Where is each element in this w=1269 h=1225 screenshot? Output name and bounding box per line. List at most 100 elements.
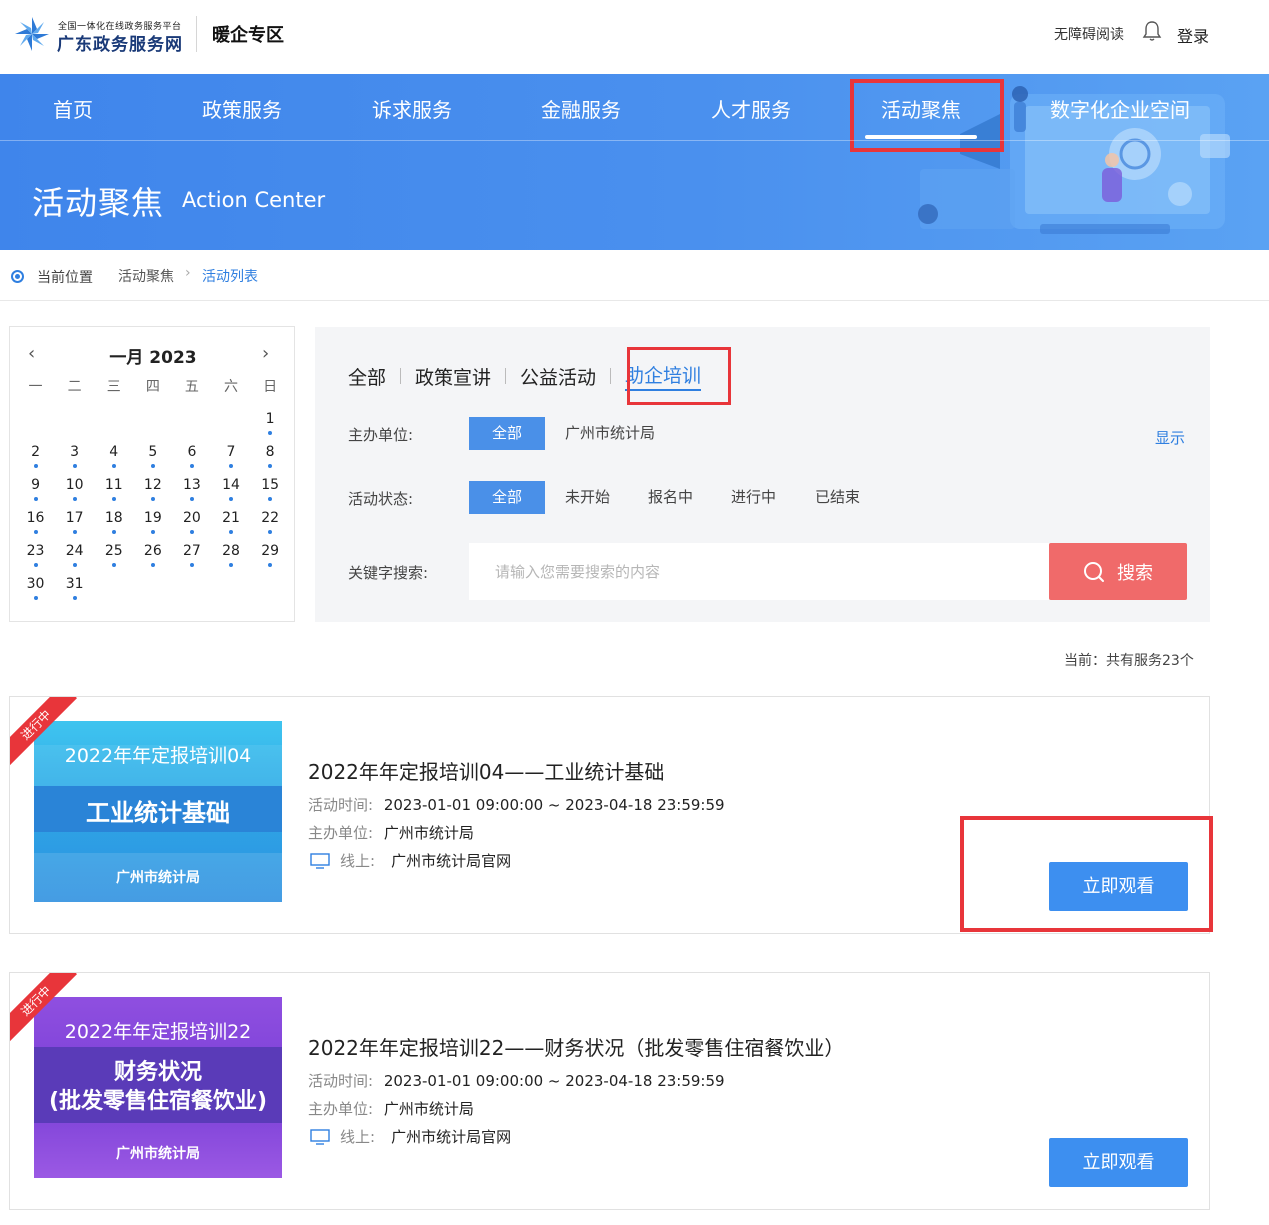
watch-now-button[interactable]: 立即观看 <box>1049 1138 1188 1187</box>
tab-all[interactable]: 全部 <box>348 363 386 390</box>
tab-public-welfare[interactable]: 公益活动 <box>520 363 596 390</box>
accessibility-link[interactable]: 无障碍阅读 <box>1054 24 1124 44</box>
calendar-empty-cell <box>211 409 250 442</box>
calendar-day[interactable]: 2 <box>16 442 55 475</box>
calendar-day-number: 5 <box>148 444 158 460</box>
calendar-day[interactable]: 10 <box>55 475 94 508</box>
search-button-label: 搜索 <box>1117 562 1153 584</box>
calendar-day-number: 17 <box>65 510 84 526</box>
calendar-day[interactable]: 16 <box>16 508 55 541</box>
calendar-day-number: 4 <box>109 444 119 460</box>
tab-policy-talks[interactable]: 政策宣讲 <box>415 363 491 390</box>
activity-online: 线上: 广州市统计局官网 <box>310 1126 511 1147</box>
nav-home[interactable]: 首页 <box>53 94 93 123</box>
thumbnail-org: 广州市统计局 <box>116 1146 200 1162</box>
thumbnail-heading: 2022年年定报培训04 <box>64 745 252 767</box>
calendar-day[interactable]: 7 <box>211 442 250 475</box>
calendar-weekday: 五 <box>184 379 199 395</box>
nav-talent[interactable]: 人才服务 <box>711 94 791 123</box>
status-chip-registering[interactable]: 报名中 <box>648 481 693 514</box>
event-dot <box>189 464 194 468</box>
calendar-day[interactable]: 20 <box>172 508 211 541</box>
calendar-day[interactable]: 1 <box>251 409 290 442</box>
activity-online-value: 广州市统计局官网 <box>391 1128 512 1146</box>
calendar-day[interactable]: 18 <box>94 508 133 541</box>
calendar-day[interactable]: 15 <box>251 475 290 508</box>
chevron-right-icon[interactable]: › <box>262 343 269 364</box>
calendar-week-row: 9 10 11 12 13 14 15 <box>16 475 290 508</box>
calendar-weekday: 三 <box>106 379 121 395</box>
nav-finance[interactable]: 金融服务 <box>541 94 621 123</box>
calendar-day[interactable]: 29 <box>251 541 290 574</box>
logo-title[interactable]: 广东政务服务网 <box>57 30 183 55</box>
calendar-day-number: 8 <box>265 444 275 460</box>
calendar-empty-cell <box>55 409 94 442</box>
activity-title[interactable]: 2022年年定报培训22——财务状况（批发零售住宿餐饮业） <box>308 1032 844 1061</box>
activity-thumbnail[interactable]: 2022年年定报培训04 工业统计基础 广州市统计局 <box>34 721 282 902</box>
search-button[interactable]: 搜索 <box>1049 543 1187 600</box>
activity-host-value: 广州市统计局 <box>383 824 474 842</box>
top-header: 全国一体化在线政务服务平台 广东政务服务网 暖企专区 无障碍阅读 登录 <box>0 0 1269 74</box>
calendar-day[interactable]: 31 <box>55 574 94 607</box>
calendar-day[interactable]: 3 <box>55 442 94 475</box>
breadcrumb-item-activities[interactable]: 活动聚焦 <box>118 266 174 286</box>
calendar-title: 一月 2023 <box>109 348 197 368</box>
calendar-day[interactable]: 30 <box>16 574 55 607</box>
event-dot <box>33 563 38 567</box>
tab-divider <box>400 368 402 384</box>
calendar-day[interactable]: 25 <box>94 541 133 574</box>
nav-policy[interactable]: 政策服务 <box>202 94 282 123</box>
status-chip-ended[interactable]: 已结束 <box>815 481 860 514</box>
calendar-day-number: 6 <box>187 444 197 460</box>
zone-title[interactable]: 暖企专区 <box>212 21 284 47</box>
login-link[interactable]: 登录 <box>1177 23 1209 47</box>
calendar-weekday: 四 <box>145 379 160 395</box>
nav-appeal[interactable]: 诉求服务 <box>372 94 452 123</box>
calendar-day[interactable]: 12 <box>133 475 172 508</box>
calendar-day[interactable]: 24 <box>55 541 94 574</box>
calendar-day[interactable]: 5 <box>133 442 172 475</box>
calendar-day[interactable]: 22 <box>251 508 290 541</box>
calendar-empty-cell <box>172 574 211 607</box>
host-chip-all[interactable]: 全部 <box>469 417 545 450</box>
search-input[interactable] <box>469 543 1049 600</box>
calendar-empty-cell <box>133 409 172 442</box>
host-chip-gz-stats[interactable]: 广州市统计局 <box>565 417 655 450</box>
chevron-left-icon[interactable]: ‹ <box>28 343 35 364</box>
calendar-day[interactable]: 27 <box>172 541 211 574</box>
calendar-day[interactable]: 4 <box>94 442 133 475</box>
calendar-day[interactable]: 19 <box>133 508 172 541</box>
event-dot <box>72 464 77 468</box>
calendar-day[interactable]: 17 <box>55 508 94 541</box>
event-dot <box>72 563 77 567</box>
calendar-day[interactable]: 13 <box>172 475 211 508</box>
activity-thumbnail[interactable]: 2022年年定报培训22 财务状况 (批发零售住宿餐饮业) 广州市统计局 <box>34 997 282 1178</box>
calendar-day-number: 12 <box>143 477 162 493</box>
status-chip-ongoing[interactable]: 进行中 <box>731 481 776 514</box>
calendar-day[interactable]: 23 <box>16 541 55 574</box>
calendar-day[interactable]: 8 <box>251 442 290 475</box>
calendar-day[interactable]: 26 <box>133 541 172 574</box>
calendar-empty-cell <box>94 409 133 442</box>
nav-digital-space[interactable]: 数字化企业空间 <box>1050 94 1190 123</box>
calendar-day[interactable]: 11 <box>94 475 133 508</box>
activity-title[interactable]: 2022年年定报培训04——工业统计基础 <box>308 756 664 785</box>
calendar-day[interactable]: 9 <box>16 475 55 508</box>
event-dot <box>111 563 116 567</box>
calendar-day[interactable]: 14 <box>211 475 250 508</box>
breadcrumb-item-list[interactable]: 活动列表 <box>202 266 258 286</box>
status-chip-not-started[interactable]: 未开始 <box>565 481 610 514</box>
calendar-day[interactable]: 28 <box>211 541 250 574</box>
calendar-day[interactable]: 6 <box>172 442 211 475</box>
calendar-day-number: 26 <box>143 543 162 559</box>
host-filter-label: 主办单位: <box>348 426 414 444</box>
activity-card[interactable]: 2022年年定报培训22 财务状况 (批发零售住宿餐饮业) 广州市统计局 进行中… <box>9 972 1210 1210</box>
show-more-link[interactable]: 显示 <box>1155 427 1185 448</box>
calendar-day-number: 16 <box>26 510 45 526</box>
event-dot <box>268 464 273 468</box>
event-dot <box>268 497 273 501</box>
event-dot <box>150 464 155 468</box>
bell-icon[interactable] <box>1142 20 1162 42</box>
status-chip-all[interactable]: 全部 <box>469 481 545 514</box>
calendar-day[interactable]: 21 <box>211 508 250 541</box>
